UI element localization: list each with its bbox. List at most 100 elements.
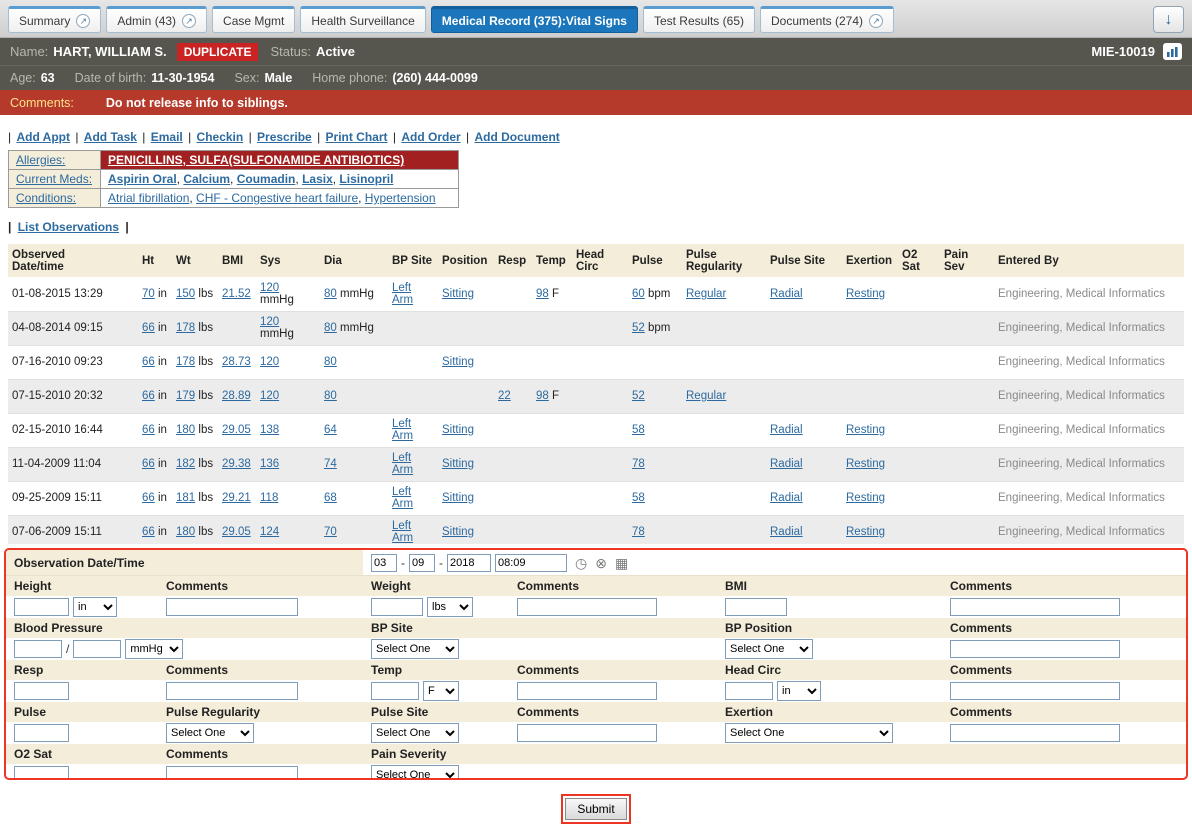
submit-button[interactable]: Submit xyxy=(565,798,626,820)
pulse-comments-input[interactable] xyxy=(517,724,657,742)
obs-value-link[interactable]: 78 xyxy=(632,526,645,538)
download-button[interactable]: ↓ xyxy=(1153,6,1184,33)
obs-value-link[interactable]: 80 xyxy=(324,356,337,368)
action-email[interactable]: Email xyxy=(151,130,183,144)
obs-value-link[interactable]: 178 xyxy=(176,356,195,368)
obs-value-link[interactable]: 138 xyxy=(260,424,279,436)
obs-value-link[interactable]: 29.38 xyxy=(222,458,251,470)
obs-value-link[interactable]: Radial xyxy=(770,526,803,538)
height-unit-select[interactable]: in xyxy=(73,597,117,617)
obs-value-link[interactable]: 98 xyxy=(536,288,549,300)
o2-sat-input[interactable] xyxy=(14,766,69,780)
bp-comments-input[interactable] xyxy=(950,640,1120,658)
action-print-chart[interactable]: Print Chart xyxy=(326,130,388,144)
date-year-input[interactable] xyxy=(447,554,491,572)
obs-value-link[interactable]: Resting xyxy=(846,458,885,470)
obs-value-link[interactable]: 120 xyxy=(260,390,279,402)
bmi-input[interactable] xyxy=(725,598,787,616)
obs-value-link[interactable]: 22 xyxy=(498,390,511,402)
allergy-value-link[interactable]: PENICILLINS, SULFA(SULFONAMIDE ANTIBIOTI… xyxy=(108,153,404,167)
obs-value-link[interactable]: Left Arm xyxy=(392,520,413,544)
obs-value-link[interactable]: Left Arm xyxy=(392,486,413,510)
obs-value-link[interactable]: 80 xyxy=(324,288,337,300)
list-observations-link[interactable]: List Observations xyxy=(18,220,119,234)
action-checkin[interactable]: Checkin xyxy=(197,130,244,144)
obs-value-link[interactable]: 78 xyxy=(632,458,645,470)
obs-value-link[interactable]: 180 xyxy=(176,424,195,436)
exertion-comments-input[interactable] xyxy=(950,724,1120,742)
obs-value-link[interactable]: 178 xyxy=(176,322,195,334)
temp-comments-input[interactable] xyxy=(517,682,657,700)
resp-input[interactable] xyxy=(14,682,69,700)
obs-value-link[interactable]: Regular xyxy=(686,390,726,402)
bp-unit-select[interactable]: mmHg xyxy=(125,639,183,659)
med-aspirin-oral[interactable]: Aspirin Oral xyxy=(108,172,177,186)
obs-value-link[interactable]: 181 xyxy=(176,492,195,504)
obs-value-link[interactable]: Left Arm xyxy=(392,418,413,442)
popout-icon[interactable]: ↗ xyxy=(76,14,90,28)
head-circ-unit-select[interactable]: in xyxy=(777,681,821,701)
obs-value-link[interactable]: 136 xyxy=(260,458,279,470)
obs-value-link[interactable]: 150 xyxy=(176,288,195,300)
obs-value-link[interactable]: Radial xyxy=(770,288,803,300)
obs-value-link[interactable]: 179 xyxy=(176,390,195,402)
obs-value-link[interactable]: 120 xyxy=(260,316,279,328)
obs-value-link[interactable]: 28.89 xyxy=(222,390,251,402)
obs-value-link[interactable]: 74 xyxy=(324,458,337,470)
exertion-select[interactable]: Select One xyxy=(725,723,893,743)
popout-icon[interactable]: ↗ xyxy=(869,14,883,28)
tab-test-results-65[interactable]: Test Results (65) xyxy=(643,6,755,33)
obs-value-link[interactable]: 120 xyxy=(260,356,279,368)
height-input[interactable] xyxy=(14,598,69,616)
obs-value-link[interactable]: 66 xyxy=(142,322,155,334)
obs-value-link[interactable]: Sitting xyxy=(442,526,474,538)
pulse-regularity-select[interactable]: Select One xyxy=(166,723,254,743)
obs-value-link[interactable]: 68 xyxy=(324,492,337,504)
current-meds-link[interactable]: Current Meds: xyxy=(16,172,92,186)
obs-value-link[interactable]: 29.21 xyxy=(222,492,251,504)
obs-value-link[interactable]: 52 xyxy=(632,390,645,402)
weight-unit-select[interactable]: lbs xyxy=(427,597,473,617)
obs-value-link[interactable]: 124 xyxy=(260,526,279,538)
obs-value-link[interactable]: 118 xyxy=(260,492,278,504)
action-add-appt[interactable]: Add Appt xyxy=(16,130,70,144)
obs-value-link[interactable]: Radial xyxy=(770,458,803,470)
obs-value-link[interactable]: 60 xyxy=(632,288,645,300)
time-input[interactable] xyxy=(495,554,567,572)
pulse-site-select[interactable]: Select One xyxy=(371,723,459,743)
bp-position-select[interactable]: Select One xyxy=(725,639,813,659)
obs-value-link[interactable]: 29.05 xyxy=(222,526,251,538)
tab-summary[interactable]: Summary↗ xyxy=(8,6,101,33)
weight-comments-input[interactable] xyxy=(517,598,657,616)
obs-value-link[interactable]: 28.73 xyxy=(222,356,251,368)
obs-value-link[interactable]: 98 xyxy=(536,390,549,402)
obs-value-link[interactable]: 70 xyxy=(324,526,337,538)
date-day-input[interactable] xyxy=(409,554,435,572)
bp-diastolic-input[interactable] xyxy=(73,640,121,658)
obs-value-link[interactable]: 120 xyxy=(260,282,279,294)
obs-value-link[interactable]: 58 xyxy=(632,492,645,504)
temp-input[interactable] xyxy=(371,682,419,700)
obs-value-link[interactable]: Sitting xyxy=(442,356,474,368)
clear-icon[interactable]: ⊗ xyxy=(595,556,607,570)
obs-value-link[interactable]: 64 xyxy=(324,424,337,436)
obs-value-link[interactable]: 182 xyxy=(176,458,195,470)
obs-value-link[interactable]: 29.05 xyxy=(222,424,251,436)
obs-value-link[interactable]: 66 xyxy=(142,458,155,470)
obs-value-link[interactable]: Left Arm xyxy=(392,282,413,306)
obs-value-link[interactable]: 66 xyxy=(142,526,155,538)
o2-sat-comments-input[interactable] xyxy=(166,766,298,780)
condition-atrial-fibrillation[interactable]: Atrial fibrillation xyxy=(108,191,189,205)
head-circ-comments-input[interactable] xyxy=(950,682,1120,700)
action-add-document[interactable]: Add Document xyxy=(474,130,559,144)
allergies-link[interactable]: Allergies: xyxy=(16,153,65,167)
clock-icon[interactable]: ◷ xyxy=(575,556,587,570)
weight-input[interactable] xyxy=(371,598,423,616)
condition-chf-congestive-heart-failure[interactable]: CHF - Congestive heart failure xyxy=(196,191,358,205)
obs-value-link[interactable]: 66 xyxy=(142,492,155,504)
condition-hypertension[interactable]: Hypertension xyxy=(365,191,436,205)
tab-health-surveillance[interactable]: Health Surveillance xyxy=(300,6,425,33)
obs-value-link[interactable]: Radial xyxy=(770,492,803,504)
height-comments-input[interactable] xyxy=(166,598,298,616)
temp-unit-select[interactable]: F xyxy=(423,681,459,701)
